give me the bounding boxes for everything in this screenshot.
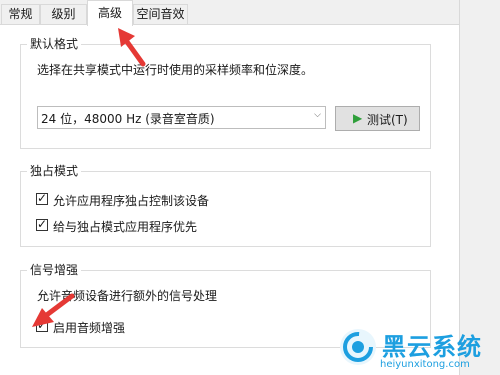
tab-label: 常规: [8, 7, 33, 21]
exclusive-priority-label: 给与独占模式应用程序优先: [53, 220, 198, 234]
checkmark-icon: ✓: [37, 217, 48, 231]
annotation-arrow-icon: [118, 28, 146, 67]
watermark-url: heiyunxitong.com: [380, 359, 470, 370]
allow-exclusive-control-checkbox[interactable]: ✓: [36, 191, 48, 205]
tab-strip: 常规 级别 高级 空间音效: [0, 0, 500, 26]
exclusive-mode-group: 独占模式 ✓ 允许应用程序独占控制该设备 ✓ 给与独占模式应用程序优先: [20, 162, 431, 247]
tab-general[interactable]: 常规: [1, 4, 40, 24]
format-select[interactable]: 24 位，48000 Hz (录音室音质) ⌵: [37, 106, 326, 129]
exclusive-priority-checkbox[interactable]: ✓: [36, 217, 48, 231]
tab-levels[interactable]: 级别: [40, 4, 87, 24]
tab-label: 级别: [51, 7, 76, 21]
tab-divider: [0, 24, 460, 25]
checkmark-icon: ✓: [37, 191, 48, 205]
tab-spatial-sound[interactable]: 空间音效: [133, 4, 188, 24]
cloud-logo-icon: [340, 329, 376, 365]
dialog-side-area: [459, 0, 500, 375]
watermark-title: 黑云系统: [382, 333, 482, 361]
tab-label: 空间音效: [136, 7, 185, 21]
exclusive-mode-legend: 独占模式: [27, 162, 82, 179]
play-icon: ▶: [353, 111, 363, 125]
tab-advanced[interactable]: 高级: [87, 0, 133, 26]
watermark: 黑云系统 heiyunxitong.com: [338, 325, 500, 375]
default-format-group: 默认格式 选择在共享模式中运行时使用的采样频率和位深度。 24 位，48000 …: [20, 35, 431, 149]
test-button-label: 测试(T): [367, 113, 408, 127]
signal-enhancement-legend: 信号增强: [27, 261, 82, 278]
allow-exclusive-control-label: 允许应用程序独占控制该设备: [53, 194, 210, 208]
test-button[interactable]: ▶ 测试(T): [335, 106, 420, 131]
default-format-legend: 默认格式: [27, 35, 82, 52]
format-select-value: 24 位，48000 Hz (录音室音质): [41, 112, 215, 126]
default-format-description: 选择在共享模式中运行时使用的采样频率和位深度。: [37, 63, 314, 77]
annotation-arrow-icon: [32, 293, 75, 327]
chevron-down-icon: ⌵: [314, 110, 321, 120]
tab-label: 高级: [97, 6, 122, 20]
